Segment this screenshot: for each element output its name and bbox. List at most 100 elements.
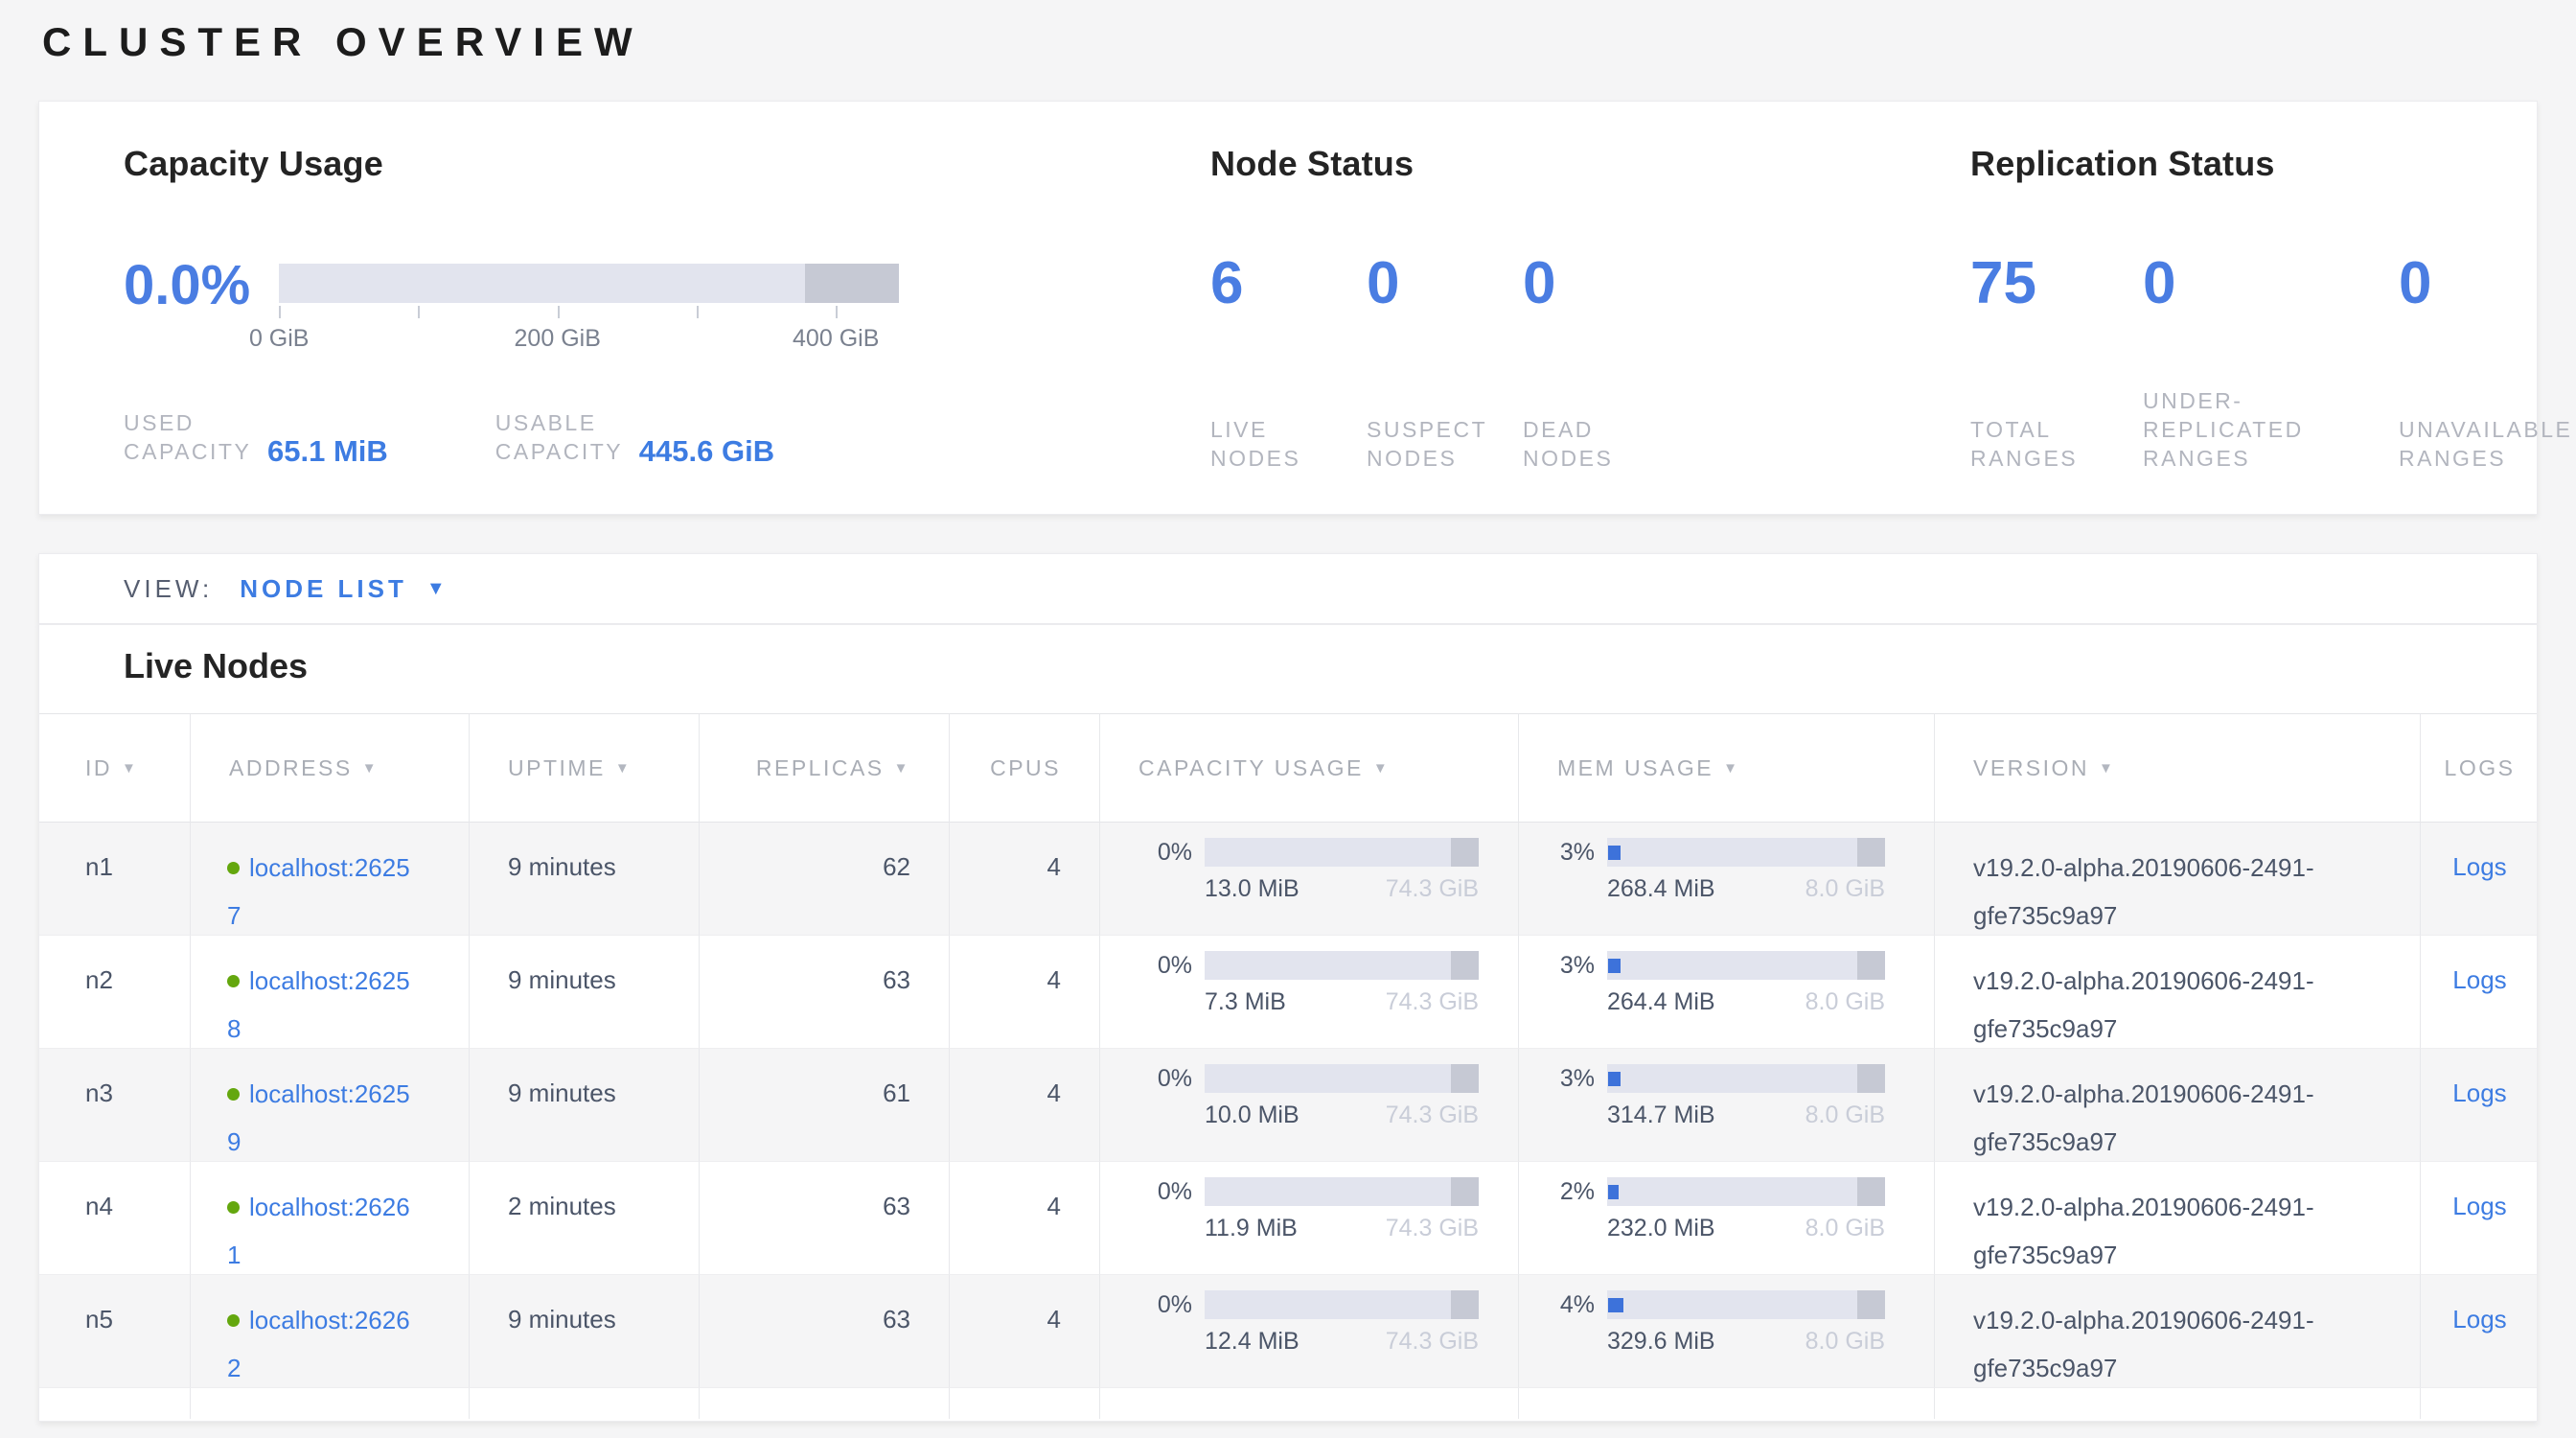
view-selector-bar: VIEW: NODE LIST ▼ bbox=[38, 553, 2538, 624]
node-uptime-cell: 2 minutes bbox=[470, 1162, 700, 1275]
replication-status-stats: 75 TOTAL RANGES 0 UNDER-REPLICATED RANGES 0 U… bbox=[1970, 252, 2576, 473]
table-row: n5 localhost:26262 9 minutes 63 4 0% 12.… bbox=[39, 1275, 2538, 1388]
capacity-bar-track bbox=[279, 264, 899, 303]
view-dropdown-value[interactable]: NODE LIST bbox=[240, 574, 407, 604]
capacity-usage-bar bbox=[1205, 1177, 1479, 1206]
node-capacity-usage-cell: 0% 12.4 MiB74.3 GiB bbox=[1100, 1275, 1519, 1388]
node-status-label-1: SUSPECT NODES bbox=[1367, 415, 1510, 473]
replication-label-2: UNAVAILABLE RANGES bbox=[2399, 415, 2576, 473]
node-live-status-icon bbox=[227, 975, 240, 987]
logs-link[interactable]: Logs bbox=[2452, 965, 2506, 994]
usable-capacity-value: 445.6 GiB bbox=[639, 434, 774, 469]
column-header-uptime[interactable]: UPTIME▼ bbox=[470, 713, 700, 823]
mem-usage-bar bbox=[1607, 951, 1885, 980]
capacity-usage-bar bbox=[1205, 951, 1479, 980]
replication-stat: 0 UNAVAILABLE RANGES bbox=[2399, 252, 2576, 473]
node-live-status-icon bbox=[227, 862, 240, 874]
node-address-cell: localhost:26262 bbox=[191, 1275, 470, 1388]
node-id-cell: n4 bbox=[39, 1162, 191, 1275]
node-uptime-cell: 9 minutes bbox=[470, 1049, 700, 1162]
replication-label-0: TOTAL RANGES bbox=[1970, 415, 2109, 473]
replication-status-title: Replication Status bbox=[1970, 144, 2526, 184]
replication-value-0: 75 bbox=[1970, 252, 2143, 315]
node-id-cell: n2 bbox=[39, 936, 191, 1049]
node-replicas-cell: 63 bbox=[700, 936, 950, 1049]
node-status-label-2: DEAD NODES bbox=[1523, 415, 1667, 473]
column-header-id[interactable]: ID▼ bbox=[39, 713, 191, 823]
node-mem-usage-cell: 4% 329.6 MiB8.0 GiB bbox=[1519, 1275, 1935, 1388]
node-address-link[interactable]: localhost:26261 bbox=[227, 1193, 410, 1269]
node-address-link[interactable]: localhost:26259 bbox=[227, 1079, 410, 1156]
node-id-cell: n5 bbox=[39, 1275, 191, 1388]
capacity-bar-chart: 0 GiB 200 GiB 400 GiB bbox=[279, 264, 899, 356]
logs-link[interactable]: Logs bbox=[2452, 1192, 2506, 1220]
sort-arrow-icon: ▼ bbox=[122, 760, 138, 777]
logs-link[interactable]: Logs bbox=[2452, 852, 2506, 881]
node-version-cell: v19.2.0-alpha.20190606-2491-gfe735c9a97 bbox=[1935, 823, 2421, 936]
node-mem-usage-cell: 3% 264.4 MiB8.0 GiB bbox=[1519, 936, 1935, 1049]
node-mem-usage-cell: 2% 232.0 MiB8.0 GiB bbox=[1519, 1162, 1935, 1275]
mem-usage-bar bbox=[1607, 838, 1885, 867]
node-mem-usage-cell: 3% 314.7 MiB8.0 GiB bbox=[1519, 1049, 1935, 1162]
table-row: n3 localhost:26259 9 minutes 61 4 0% 10.… bbox=[39, 1049, 2538, 1162]
node-status-value-0: 6 bbox=[1210, 252, 1367, 315]
chevron-down-icon: ▼ bbox=[426, 578, 446, 600]
node-address-link[interactable]: localhost:26258 bbox=[227, 966, 410, 1043]
mem-usage-fill bbox=[1608, 1072, 1621, 1086]
logs-link[interactable]: Logs bbox=[2452, 1305, 2506, 1334]
capacity-percent: 0.0% bbox=[124, 261, 250, 311]
node-live-status-icon bbox=[227, 1201, 240, 1214]
sort-arrow-icon: ▼ bbox=[615, 760, 632, 777]
node-replicas-cell: 62 bbox=[700, 823, 950, 936]
table-row: n2 localhost:26258 9 minutes 63 4 0% 7.3… bbox=[39, 936, 2538, 1049]
usable-capacity-metric: USABLE CAPACITY 445.6 GiB bbox=[495, 408, 774, 466]
node-cpus-cell: 4 bbox=[950, 1049, 1100, 1162]
used-capacity-label: USED CAPACITY bbox=[124, 408, 254, 466]
node-address-link[interactable]: localhost:26262 bbox=[227, 1306, 410, 1382]
column-header-replicas[interactable]: REPLICAS▼ bbox=[700, 713, 950, 823]
mem-usage-bar bbox=[1607, 1177, 1885, 1206]
replication-value-2: 0 bbox=[2399, 252, 2576, 315]
axis-label-0: 0 GiB bbox=[249, 325, 310, 353]
column-header-version[interactable]: VERSION▼ bbox=[1935, 713, 2421, 823]
node-logs-cell: Logs bbox=[2421, 1049, 2538, 1162]
table-row: n1 localhost:26257 9 minutes 62 4 0% 13.… bbox=[39, 823, 2538, 936]
used-capacity-value: 65.1 MiB bbox=[267, 434, 388, 469]
capacity-usage-bar bbox=[1205, 838, 1479, 867]
mem-usage-bar bbox=[1607, 1290, 1885, 1319]
node-logs-cell: Logs bbox=[2421, 936, 2538, 1049]
node-replicas-cell: 63 bbox=[700, 1162, 950, 1275]
node-capacity-usage-cell: 0% 11.9 MiB74.3 GiB bbox=[1100, 1162, 1519, 1275]
logs-link[interactable]: Logs bbox=[2452, 1078, 2506, 1107]
node-capacity-usage-cell: 0% 10.0 MiB74.3 GiB bbox=[1100, 1049, 1519, 1162]
replication-label-1: UNDER-REPLICATED RANGES bbox=[2143, 386, 2349, 473]
node-cpus-cell: 4 bbox=[950, 1162, 1100, 1275]
view-dropdown[interactable]: NODE LIST ▼ bbox=[240, 574, 445, 604]
cluster-summary-panel: Capacity Usage 0.0% 0 GiB 200 GiB 400 Gi… bbox=[38, 101, 2538, 515]
sort-arrow-icon: ▼ bbox=[362, 760, 379, 777]
axis-label-200: 200 GiB bbox=[515, 325, 601, 353]
axis-label-400: 400 GiB bbox=[793, 325, 879, 353]
page-title: CLUSTER OVERVIEW bbox=[42, 19, 644, 65]
capacity-usage-bar bbox=[1205, 1290, 1479, 1319]
replication-status-section: Replication Status 75TOTAL RANGES0UNDER-… bbox=[1970, 144, 2526, 184]
column-header-capacity-usage[interactable]: CAPACITY USAGE▼ bbox=[1100, 713, 1519, 823]
node-status-stat: 6 LIVE NODES bbox=[1210, 252, 1367, 473]
sort-arrow-icon: ▼ bbox=[1373, 760, 1390, 777]
sort-arrow-icon: ▼ bbox=[894, 760, 910, 777]
capacity-usage-section: Capacity Usage 0.0% 0 GiB 200 GiB 400 Gi… bbox=[124, 144, 1159, 184]
node-version-cell: v19.2.0-alpha.20190606-2491-gfe735c9a97 bbox=[1935, 1275, 2421, 1388]
table-header-row: ID▼ADDRESS▼UPTIME▼REPLICAS▼CPUSCAPACITY … bbox=[39, 713, 2538, 823]
node-uptime-cell: 9 minutes bbox=[470, 823, 700, 936]
column-header-address[interactable]: ADDRESS▼ bbox=[191, 713, 470, 823]
node-logs-cell: Logs bbox=[2421, 1275, 2538, 1388]
node-status-label-0: LIVE NODES bbox=[1210, 415, 1354, 473]
node-status-value-1: 0 bbox=[1367, 252, 1523, 315]
column-header-cpus: CPUS bbox=[950, 713, 1100, 823]
node-logs-cell: Logs bbox=[2421, 1162, 2538, 1275]
node-status-stats: 6 LIVE NODES 0 SUSPECT NODES 0 DEAD NODES bbox=[1210, 252, 1667, 473]
node-status-value-2: 0 bbox=[1523, 252, 1667, 315]
column-header-mem-usage[interactable]: MEM USAGE▼ bbox=[1519, 713, 1935, 823]
replication-value-1: 0 bbox=[2143, 252, 2399, 315]
node-address-link[interactable]: localhost:26257 bbox=[227, 853, 410, 930]
